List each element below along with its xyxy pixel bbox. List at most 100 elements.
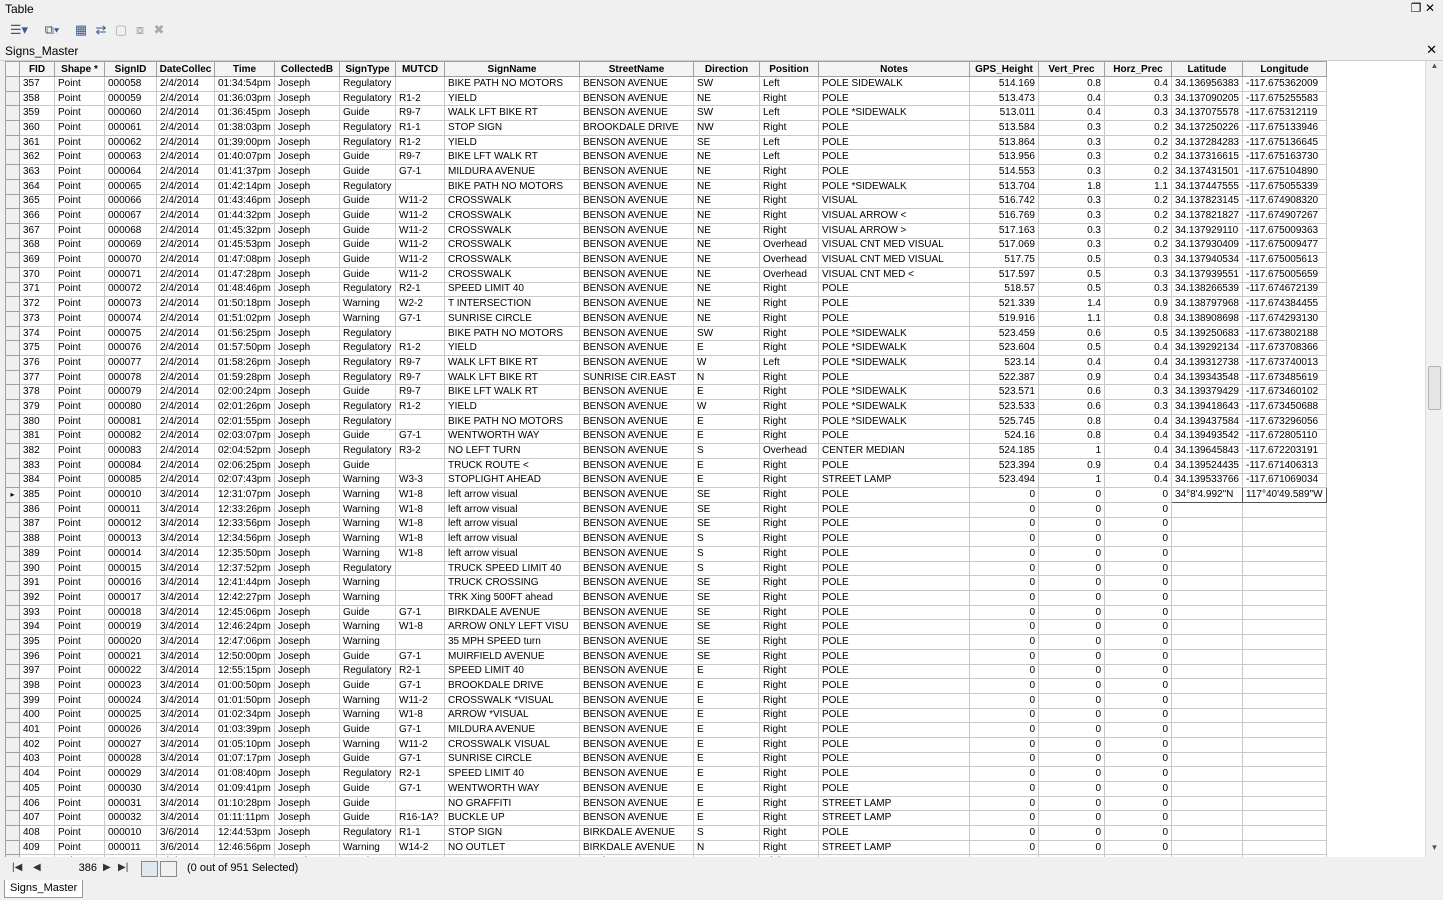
table-cell[interactable]: 3/4/2014 [156,501,215,518]
column-header[interactable]: Position [759,61,819,77]
table-cell[interactable]: 01:05:10pm [214,736,275,753]
table-cell[interactable]: 2/4/2014 [156,193,215,210]
row-selector[interactable] [5,428,20,445]
table-cell[interactable]: SW [693,105,760,122]
table-cell[interactable]: BENSON AVENUE [579,634,694,650]
table-cell[interactable]: 0 [1038,722,1105,738]
table-row[interactable]: 383 Point 000084 2/4/2014 02:06:25pm Joseph Gu… [5,457,1327,474]
table-cell[interactable]: Right [759,501,819,518]
table-cell[interactable]: 0 [969,766,1039,782]
row-selector[interactable] [5,178,20,195]
table-cell[interactable]: 3/4/2014 [156,663,215,680]
table-cell[interactable]: 0 [1038,736,1105,753]
table-cell[interactable]: 404 [19,766,55,782]
table-cell[interactable]: 3/6/2014 [156,825,215,841]
table-cell[interactable]: 0 [1104,781,1172,797]
table-cell[interactable]: Warning [339,619,396,636]
table-cell[interactable]: 408 [19,825,55,841]
table-cell[interactable]: 34.139493542 [1171,428,1243,445]
column-header[interactable]: MUTCD [395,61,445,77]
table-cell[interactable]: Right [759,634,819,650]
table-cell[interactable]: Left [759,134,819,151]
row-selector[interactable] [5,722,20,738]
table-cell[interactable]: 34.139524435 [1171,457,1243,474]
table-cell[interactable]: 2/4/2014 [156,296,215,312]
table-cell[interactable]: R1-2 [395,90,445,107]
table-cell[interactable]: Joseph [274,839,340,856]
table-cell[interactable]: 0 [1104,795,1172,812]
table-cell[interactable]: R1-2 [395,399,445,415]
table-cell[interactable]: Point [54,399,105,415]
table-cell[interactable]: 2/4/2014 [156,208,215,224]
table-cell[interactable]: Joseph [274,76,340,92]
table-cell[interactable]: -117.675136645 [1242,134,1327,151]
table-cell[interactable]: 3/4/2014 [156,590,215,606]
table-cell[interactable]: 000064 [104,164,157,180]
table-cell[interactable]: BENSON AVENUE [579,399,694,415]
table-cell[interactable]: 364 [19,178,55,195]
table-cell[interactable]: 3/4/2014 [156,766,215,782]
table-cell[interactable]: SPEED LIMIT 40 [444,663,580,680]
table-cell[interactable]: Joseph [274,266,340,283]
table-cell[interactable]: R2-1 [395,766,445,782]
row-selector[interactable] [5,443,20,459]
table-cell[interactable]: Regulatory [339,560,396,577]
table-cell[interactable]: 0 [969,634,1039,650]
table-cell[interactable]: 513.011 [969,105,1039,122]
table-cell[interactable]: 12:37:52pm [214,560,275,577]
table-cell[interactable]: BIKE LFT WALK RT [444,149,580,166]
row-selector-header[interactable] [5,61,20,77]
table-cell[interactable]: Point [54,751,105,768]
table-cell[interactable]: 3/4/2014 [156,707,215,724]
table-cell[interactable]: 516.742 [969,193,1039,210]
table-cell[interactable]: E [693,707,760,724]
table-cell[interactable]: 524.16 [969,428,1039,445]
table-cell[interactable]: 0 [1104,487,1172,503]
table-cell[interactable]: 000023 [104,678,157,694]
table-cell[interactable]: 522.387 [969,369,1039,386]
table-cell[interactable]: 523.494 [969,472,1039,489]
table-cell[interactable]: 12:42:27pm [214,590,275,606]
table-cell[interactable]: Point [54,457,105,474]
table-cell[interactable]: 12:45:06pm [214,604,275,621]
table-cell[interactable]: E [693,751,760,768]
table-cell[interactable]: Guide [339,208,396,224]
table-cell[interactable]: NE [693,252,760,268]
table-cell[interactable]: BENSON AVENUE [579,546,694,562]
table-cell[interactable]: W14-2 [395,839,445,856]
table-cell[interactable]: W1-8 [395,619,445,636]
table-cell[interactable]: -117.675009477 [1242,237,1327,254]
table-cell[interactable]: W1-8 [395,501,445,518]
table-cell[interactable]: STOPLIGHT AHEAD [444,472,580,489]
table-cell[interactable]: NE [693,90,760,107]
table-cell[interactable]: NE [693,193,760,210]
table-cell[interactable]: Guide [339,149,396,166]
table-cell[interactable]: 3/4/2014 [156,487,215,503]
table-cell[interactable]: 34.137821827 [1171,208,1243,224]
table-cell[interactable]: 0.4 [1104,413,1172,430]
table-cell[interactable]: Right [759,751,819,768]
row-selector[interactable] [5,340,20,357]
table-cell[interactable]: 2/4/2014 [156,134,215,151]
table-cell[interactable]: 000085 [104,472,157,489]
table-cell[interactable]: Joseph [274,795,340,812]
table-cell[interactable]: VISUAL CNT MED < [818,266,970,283]
table-cell[interactable]: Right [759,516,819,533]
table-cell[interactable]: 01:59:28pm [214,369,275,386]
table-cell[interactable]: 01:09:41pm [214,781,275,797]
table-cell[interactable]: Regulatory [339,766,396,782]
table-cell[interactable]: Joseph [274,531,340,547]
table-cell[interactable]: Point [54,193,105,210]
table-cell[interactable]: Point [54,281,105,298]
table-cell[interactable]: TRK Xing 500FT ahead [444,590,580,606]
table-tab-name[interactable]: Signs_Master [5,44,78,58]
row-selector[interactable]: ▸ [5,487,20,503]
table-cell[interactable]: 0.4 [1104,457,1172,474]
table-cell[interactable]: ARROW ONLY LEFT VISU [444,619,580,636]
table-cell[interactable]: 000080 [104,399,157,415]
table-cell[interactable]: 521.339 [969,296,1039,312]
table-cell[interactable]: SE [693,516,760,533]
table-cell[interactable]: STREET LAMP [818,472,970,489]
table-row[interactable]: 405 Point 000030 3/4/2014 01:09:41pm Joseph Gu… [5,781,1327,797]
table-cell[interactable]: 0 [969,590,1039,606]
